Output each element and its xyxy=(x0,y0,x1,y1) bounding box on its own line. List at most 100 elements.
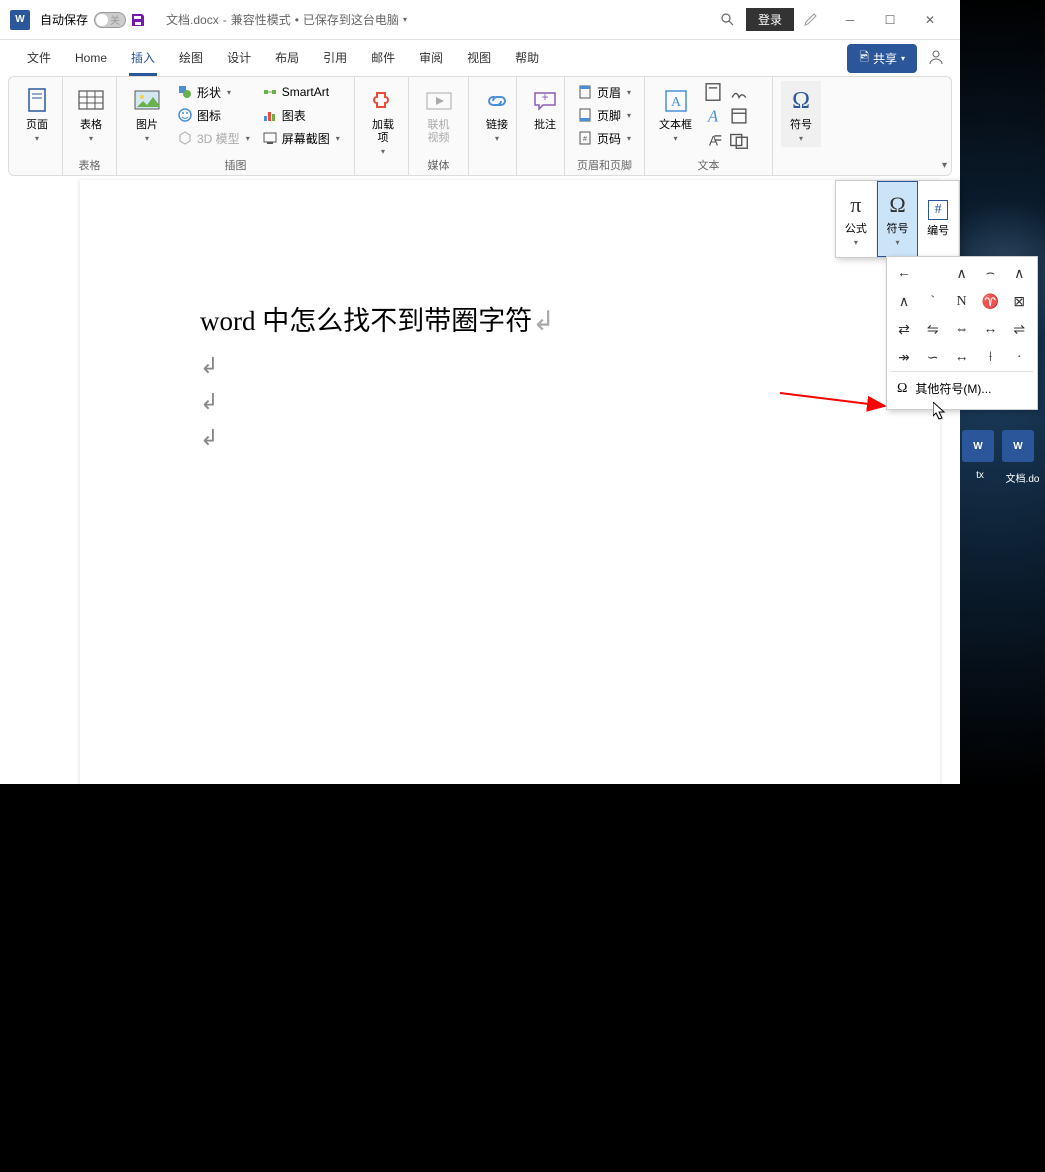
menu-references[interactable]: 引用 xyxy=(311,40,359,76)
menu-insert[interactable]: 插入 xyxy=(119,40,167,76)
menu-review[interactable]: 审阅 xyxy=(407,40,455,76)
menu-mailings[interactable]: 邮件 xyxy=(359,40,407,76)
number-tab-label: 编号 xyxy=(927,222,949,238)
symbol-cell[interactable]: ∧ xyxy=(949,261,975,287)
wordart-button[interactable]: A xyxy=(702,105,724,127)
equation-tab[interactable]: π 公式 ▾ xyxy=(836,181,877,257)
table-icon xyxy=(75,85,107,117)
symbol-cell[interactable]: ⟊ xyxy=(977,345,1003,371)
symbol-cell[interactable]: ↠ xyxy=(891,345,917,371)
maximize-button[interactable]: ☐ xyxy=(870,5,910,35)
page-number-button[interactable]: # 页码 ▾ xyxy=(573,127,635,149)
comment-button[interactable]: + 批注 xyxy=(525,81,565,136)
comment-button-label: 批注 xyxy=(534,119,556,132)
menu-draw[interactable]: 绘图 xyxy=(167,40,215,76)
menu-view[interactable]: 视图 xyxy=(455,40,503,76)
page-number-button-label: 页码 xyxy=(597,130,621,147)
pages-button[interactable]: 页面 ▾ xyxy=(17,81,57,147)
page-number-icon: # xyxy=(577,130,593,146)
icons-button[interactable]: 图标 xyxy=(173,104,254,126)
paragraph-mark: ↲ xyxy=(200,425,810,451)
login-button[interactable]: 登录 xyxy=(746,8,794,31)
minimize-button[interactable]: ─ xyxy=(830,5,870,35)
screenshot-button[interactable]: 屏幕截图 ▾ xyxy=(258,127,344,149)
chevron-down-icon: ▾ xyxy=(89,134,93,143)
symbol-cell[interactable]: ∧ xyxy=(1006,261,1032,287)
chevron-down-icon: ▾ xyxy=(227,88,231,97)
shapes-icon xyxy=(177,84,193,100)
omega-icon: Ω xyxy=(897,381,907,397)
close-button[interactable]: ✕ xyxy=(910,5,950,35)
screenshot-icon xyxy=(262,130,278,146)
symbol-cell[interactable]: Ν xyxy=(949,289,975,315)
share-button-label: 共享 xyxy=(873,50,897,67)
svg-text:A: A xyxy=(707,107,719,126)
object-button[interactable] xyxy=(728,129,750,151)
symbol-cell[interactable]: · xyxy=(1006,345,1032,371)
omega-icon: Ω xyxy=(889,192,905,218)
pi-icon: π xyxy=(850,192,861,218)
draw-mode-icon[interactable] xyxy=(804,10,820,29)
menu-layout[interactable]: 布局 xyxy=(263,40,311,76)
search-icon[interactable] xyxy=(720,12,736,28)
account-icon[interactable] xyxy=(927,48,945,69)
ribbon-overflow-button[interactable]: ▾ xyxy=(942,160,947,171)
chart-button-label: 图表 xyxy=(282,107,306,124)
symbol-cell[interactable]: ` xyxy=(920,289,946,315)
picture-button[interactable]: 图片 ▾ xyxy=(125,81,169,147)
number-tab[interactable]: # 编号 xyxy=(918,181,959,257)
symbol-cell[interactable]: ∧ xyxy=(891,289,917,315)
table-button[interactable]: 表格 ▾ xyxy=(71,81,111,147)
menu-file[interactable]: 文件 xyxy=(15,40,63,76)
link-button[interactable]: 链接 ▾ xyxy=(477,81,517,147)
addins-icon xyxy=(367,85,399,117)
dropcap-button[interactable]: A xyxy=(702,129,724,151)
symbol-tab[interactable]: Ω 符号 ▾ xyxy=(877,181,919,257)
header-button[interactable]: 页眉 ▾ xyxy=(573,81,635,103)
word-app-icon: W xyxy=(10,10,30,30)
autosave-state: 关 xyxy=(110,12,120,27)
footer-button[interactable]: 页脚 ▾ xyxy=(573,104,635,126)
symbol-cell[interactable]: ⇋ xyxy=(920,317,946,343)
menu-home[interactable]: Home xyxy=(63,40,119,76)
symbol-cell[interactable]: ⇄ xyxy=(891,317,917,343)
textbox-button[interactable]: A 文本框 ▾ xyxy=(653,81,698,147)
3d-models-button[interactable]: 3D 模型 ▾ xyxy=(173,127,254,149)
shapes-button-label: 形状 xyxy=(197,84,221,101)
menu-design[interactable]: 设计 xyxy=(215,40,263,76)
save-icon[interactable] xyxy=(130,12,146,28)
symbol-cell[interactable]: ⇔ xyxy=(949,317,975,343)
quick-parts-button[interactable] xyxy=(702,81,724,103)
equation-tab-label: 公式 xyxy=(845,220,867,236)
footer-button-label: 页脚 xyxy=(597,107,621,124)
chevron-down-icon: ▾ xyxy=(627,111,631,120)
text-group-label: 文本 xyxy=(645,157,772,173)
symbol-button[interactable]: Ω 符号 ▾ xyxy=(781,81,821,147)
smartart-button[interactable]: SmartArt xyxy=(258,81,344,103)
title-dropdown-arrow[interactable]: ▾ xyxy=(403,15,407,24)
symbol-cell[interactable]: ⌢ xyxy=(977,261,1003,287)
chart-button[interactable]: 图表 xyxy=(258,104,344,126)
icons-button-label: 图标 xyxy=(197,107,221,124)
symbol-cell[interactable]: ← xyxy=(891,261,917,287)
datetime-button[interactable] xyxy=(728,105,750,127)
symbol-cell[interactable]: ↔ xyxy=(949,345,975,371)
symbol-cell[interactable] xyxy=(920,261,946,287)
omega-icon: Ω xyxy=(785,85,817,117)
share-button[interactable]: 🖻共享▾ xyxy=(847,44,917,73)
symbol-cell[interactable]: ↔ xyxy=(977,317,1003,343)
symbol-cell[interactable]: ∽ xyxy=(920,345,946,371)
menu-help[interactable]: 帮助 xyxy=(503,40,551,76)
chevron-down-icon: ▾ xyxy=(381,147,385,156)
symbol-cell[interactable]: ⊠ xyxy=(1006,289,1032,315)
textbox-icon: A xyxy=(660,85,692,117)
signature-button[interactable] xyxy=(728,81,750,103)
online-video-button[interactable]: 联机视频 xyxy=(417,81,460,149)
addins-button[interactable]: 加载项 ▾ xyxy=(363,81,403,160)
more-symbols-button[interactable]: Ω 其他符号(M)... xyxy=(891,371,1033,405)
header-icon xyxy=(577,84,593,100)
symbol-cell[interactable]: ⇌ xyxy=(1006,317,1032,343)
symbol-button-label: 符号 xyxy=(790,119,812,132)
shapes-button[interactable]: 形状 ▾ xyxy=(173,81,254,103)
symbol-cell[interactable]: ♈ xyxy=(977,289,1003,315)
